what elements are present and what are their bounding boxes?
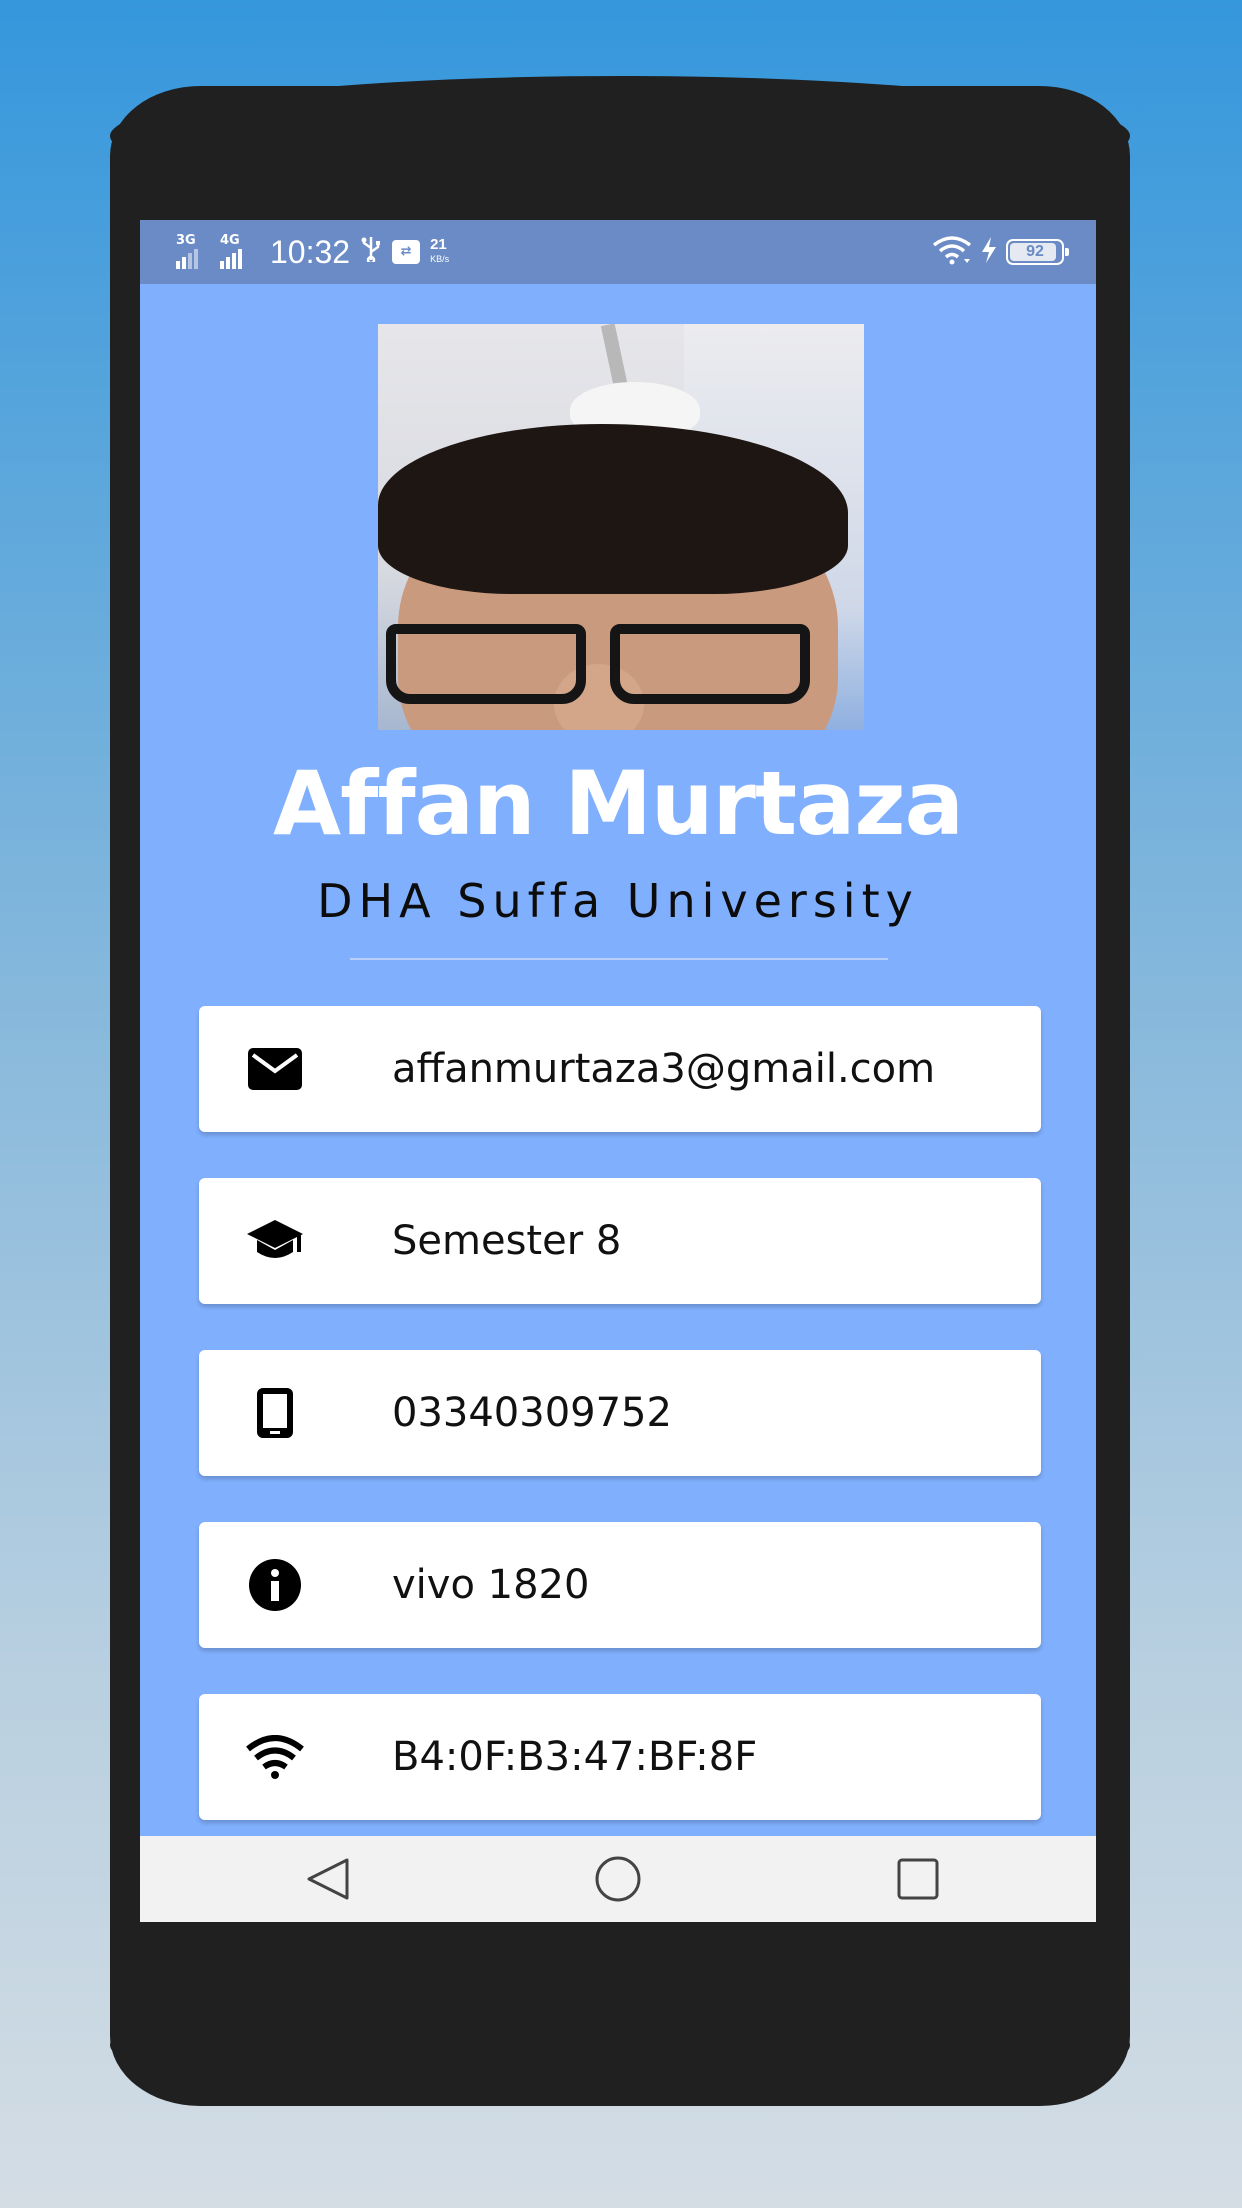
phone-screen: 3G 4G 10:32 ⇄ 21 KB/s 92 Affan Murtaza D…	[140, 220, 1096, 1922]
semester-card[interactable]: Semester 8	[199, 1178, 1041, 1304]
lightning-icon	[980, 236, 998, 268]
usb-debug-icon: ⇄	[392, 240, 421, 264]
profile-name: Affan Murtaza	[272, 752, 964, 855]
device-card[interactable]: vivo 1820	[199, 1522, 1041, 1648]
profile-university: DHA Suffa University	[317, 874, 919, 928]
navigation-bar	[140, 1836, 1096, 1922]
status-bar: 3G 4G 10:32 ⇄ 21 KB/s 92	[140, 220, 1096, 284]
graduation-cap-icon	[245, 1211, 305, 1271]
back-icon[interactable]	[298, 1854, 358, 1904]
device-value: vivo 1820	[392, 1562, 590, 1608]
phone-value: 03340309752	[392, 1390, 672, 1436]
signal-3g-icon: 3G	[176, 233, 210, 269]
info-icon	[245, 1555, 305, 1615]
mac-address-card[interactable]: B4:0F:B3:47:BF:8F	[199, 1694, 1041, 1820]
home-icon[interactable]	[588, 1854, 648, 1904]
wifi-icon	[245, 1727, 305, 1787]
recents-icon[interactable]	[888, 1854, 948, 1904]
email-icon	[245, 1039, 305, 1099]
status-time: 10:32	[270, 233, 351, 270]
usb-icon	[360, 236, 382, 268]
network-speed: 21 KB/s	[430, 236, 450, 264]
signal-4g-icon: 4G	[220, 233, 254, 269]
semester-value: Semester 8	[392, 1218, 622, 1264]
phone-icon	[245, 1383, 305, 1443]
profile-photo	[378, 324, 864, 730]
divider	[350, 958, 888, 960]
email-value: affanmurtaza3@gmail.com	[392, 1046, 936, 1092]
email-card[interactable]: affanmurtaza3@gmail.com	[199, 1006, 1041, 1132]
phone-card[interactable]: 03340309752	[199, 1350, 1041, 1476]
phone-frame-bottom	[110, 1985, 1130, 2105]
wifi-icon	[932, 235, 972, 269]
mac-address-value: B4:0F:B3:47:BF:8F	[392, 1734, 758, 1780]
battery-indicator: 92	[1006, 239, 1069, 265]
